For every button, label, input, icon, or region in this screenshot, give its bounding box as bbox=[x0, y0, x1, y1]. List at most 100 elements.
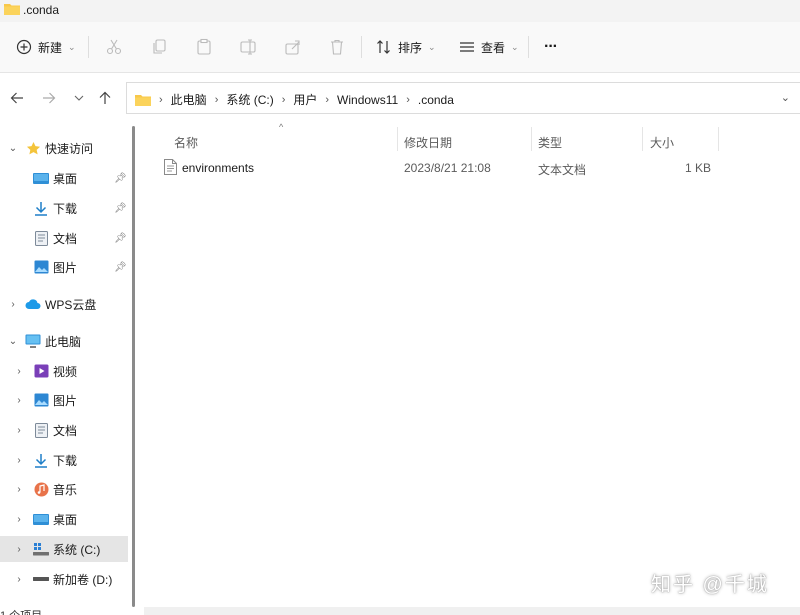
cut-icon[interactable] bbox=[104, 37, 124, 57]
column-header-label: 大小 bbox=[650, 135, 675, 150]
copy-icon[interactable] bbox=[150, 37, 170, 57]
sidebar-item-quick-access[interactable]: ⌄ 快速访问 bbox=[0, 135, 128, 161]
more-options-label: ··· bbox=[544, 38, 558, 55]
address-bar[interactable]: › 此电脑 › 系统 (C:) › 用户 › Windows11 › .cond… bbox=[126, 82, 800, 114]
music-icon bbox=[33, 481, 49, 497]
navigation-pane: ⌄ 快速访问 桌面 📌︎ 下载 📌︎ 文档 📌︎ 图片 📌︎ › WPS云盘 ⌄… bbox=[0, 123, 130, 615]
pin-icon[interactable]: 📌︎ bbox=[114, 233, 127, 244]
forward-button[interactable] bbox=[40, 89, 58, 107]
sidebar-item-pc-desktop[interactable]: › 桌面 bbox=[0, 506, 128, 532]
chevron-right-icon[interactable]: › bbox=[13, 574, 25, 585]
sidebar-item-d-drive[interactable]: › 新加卷 (D:) bbox=[0, 566, 128, 592]
table-row[interactable]: environments 2023/8/21 21:08 文本文档 1 KB bbox=[154, 155, 724, 181]
address-dropdown-icon[interactable]: ⌄ bbox=[781, 91, 790, 104]
chevron-right-icon[interactable]: › bbox=[7, 299, 19, 310]
back-button[interactable] bbox=[8, 89, 26, 107]
sidebar-item-documents[interactable]: 文档 📌︎ bbox=[0, 225, 128, 251]
up-button[interactable] bbox=[96, 89, 114, 107]
chevron-down-icon: ⌄ bbox=[68, 41, 76, 52]
rename-icon[interactable] bbox=[238, 37, 258, 57]
file-list: 名称 ^ 修改日期 类型 大小 environments 2023/8/21 2… bbox=[144, 122, 800, 607]
sidebar-item-label: 新加卷 (D:) bbox=[53, 572, 113, 587]
desktop-icon bbox=[33, 511, 49, 527]
sidebar-scrollbar[interactable] bbox=[132, 126, 135, 607]
plus-circle-icon bbox=[16, 39, 32, 55]
delete-icon[interactable] bbox=[327, 37, 347, 57]
file-modified: 2023/8/21 21:08 bbox=[404, 161, 491, 175]
sort-button[interactable]: 排序 ⌄ bbox=[376, 34, 436, 60]
windows-drive-icon bbox=[33, 541, 49, 557]
chevron-right-icon[interactable]: › bbox=[13, 544, 25, 555]
sidebar-item-desktop[interactable]: 桌面 📌︎ bbox=[0, 165, 128, 191]
chevron-right-icon: › bbox=[325, 93, 330, 106]
chevron-right-icon[interactable]: › bbox=[13, 425, 25, 436]
pin-icon[interactable]: 📌︎ bbox=[114, 203, 127, 214]
horizontal-scrollbar[interactable] bbox=[144, 607, 800, 615]
star-icon bbox=[25, 140, 41, 156]
column-divider[interactable] bbox=[718, 127, 719, 151]
arrow-up-icon bbox=[99, 91, 111, 104]
crumb-conda[interactable]: .conda bbox=[418, 93, 454, 107]
column-header-modified[interactable]: 修改日期 bbox=[404, 129, 452, 155]
pin-icon[interactable]: 📌︎ bbox=[114, 262, 127, 273]
video-icon bbox=[33, 363, 49, 379]
chevron-right-icon[interactable]: › bbox=[13, 455, 25, 466]
sidebar-item-pc-documents[interactable]: › 文档 bbox=[0, 417, 128, 443]
crumb-windows11[interactable]: Windows11 bbox=[337, 93, 398, 107]
crumb-users[interactable]: 用户 bbox=[293, 91, 317, 108]
chevron-right-icon[interactable]: › bbox=[13, 366, 25, 377]
chevron-right-icon: › bbox=[159, 93, 163, 106]
sidebar-item-label: 图片 bbox=[53, 260, 78, 275]
column-divider[interactable] bbox=[531, 127, 532, 151]
window-title: .conda bbox=[23, 3, 60, 17]
more-options-button[interactable]: ··· bbox=[544, 34, 558, 60]
folder-icon bbox=[135, 94, 151, 106]
chevron-down-icon[interactable]: ⌄ bbox=[7, 336, 19, 347]
sidebar-item-pc-downloads[interactable]: › 下载 bbox=[0, 447, 128, 473]
new-button[interactable]: 新建 ⌄ bbox=[16, 34, 76, 60]
sidebar-item-pc-pictures[interactable]: › 图片 bbox=[0, 387, 128, 413]
sidebar-item-videos[interactable]: › 视频 bbox=[0, 358, 128, 384]
chevron-right-icon: › bbox=[214, 93, 219, 106]
sidebar-item-label: 快速访问 bbox=[45, 141, 94, 156]
view-button-label: 查看 bbox=[481, 40, 506, 55]
column-header-type[interactable]: 类型 bbox=[538, 129, 562, 155]
column-header-size[interactable]: 大小 bbox=[650, 129, 674, 155]
column-divider[interactable] bbox=[642, 127, 643, 151]
sidebar-item-label: 此电脑 bbox=[45, 334, 82, 349]
command-bar: 新建 ⌄ 排序 ⌄ 查看 ⌄ ··· bbox=[0, 22, 800, 73]
chevron-right-icon[interactable]: › bbox=[13, 514, 25, 525]
sidebar-item-this-pc[interactable]: ⌄ 此电脑 bbox=[0, 328, 128, 354]
sidebar-item-label: 桌面 bbox=[53, 512, 78, 527]
chevron-down-icon bbox=[74, 95, 84, 101]
sidebar-item-pictures[interactable]: 图片 📌︎ bbox=[0, 254, 128, 280]
sidebar-item-label: 桌面 bbox=[53, 171, 78, 186]
sort-icon bbox=[377, 40, 390, 54]
sidebar-item-wps-cloud[interactable]: › WPS云盘 bbox=[0, 291, 128, 317]
crumb-this-pc[interactable]: 此电脑 bbox=[171, 91, 207, 108]
recent-locations-button[interactable] bbox=[70, 89, 88, 107]
desktop-icon bbox=[33, 170, 49, 186]
column-divider[interactable] bbox=[397, 127, 398, 151]
column-header-name[interactable]: 名称 bbox=[174, 129, 198, 155]
sidebar-item-label: 图片 bbox=[53, 393, 78, 408]
share-icon[interactable] bbox=[283, 37, 303, 57]
chevron-right-icon[interactable]: › bbox=[13, 395, 25, 406]
computer-icon bbox=[25, 333, 41, 349]
sidebar-item-label: 下载 bbox=[53, 453, 78, 468]
sort-ascending-icon: ^ bbox=[279, 122, 284, 132]
chevron-right-icon[interactable]: › bbox=[13, 484, 25, 495]
file-size: 1 KB bbox=[685, 161, 712, 175]
sidebar-item-label: 文档 bbox=[53, 423, 78, 438]
chevron-down-icon[interactable]: ⌄ bbox=[7, 143, 19, 154]
sidebar-item-music[interactable]: › 音乐 bbox=[0, 476, 128, 502]
pin-icon[interactable]: 📌︎ bbox=[114, 173, 127, 184]
chevron-right-icon: › bbox=[281, 93, 286, 106]
breadcrumb: › 此电脑 › 系统 (C:) › 用户 › Windows11 › .cond… bbox=[135, 91, 454, 108]
view-button[interactable]: 查看 ⌄ bbox=[459, 34, 519, 60]
paste-icon[interactable] bbox=[194, 37, 214, 57]
pictures-icon bbox=[33, 392, 49, 408]
sidebar-item-downloads[interactable]: 下载 📌︎ bbox=[0, 195, 128, 221]
crumb-c-drive[interactable]: 系统 (C:) bbox=[226, 91, 273, 108]
sidebar-item-c-drive[interactable]: › 系统 (C:) bbox=[0, 536, 128, 562]
